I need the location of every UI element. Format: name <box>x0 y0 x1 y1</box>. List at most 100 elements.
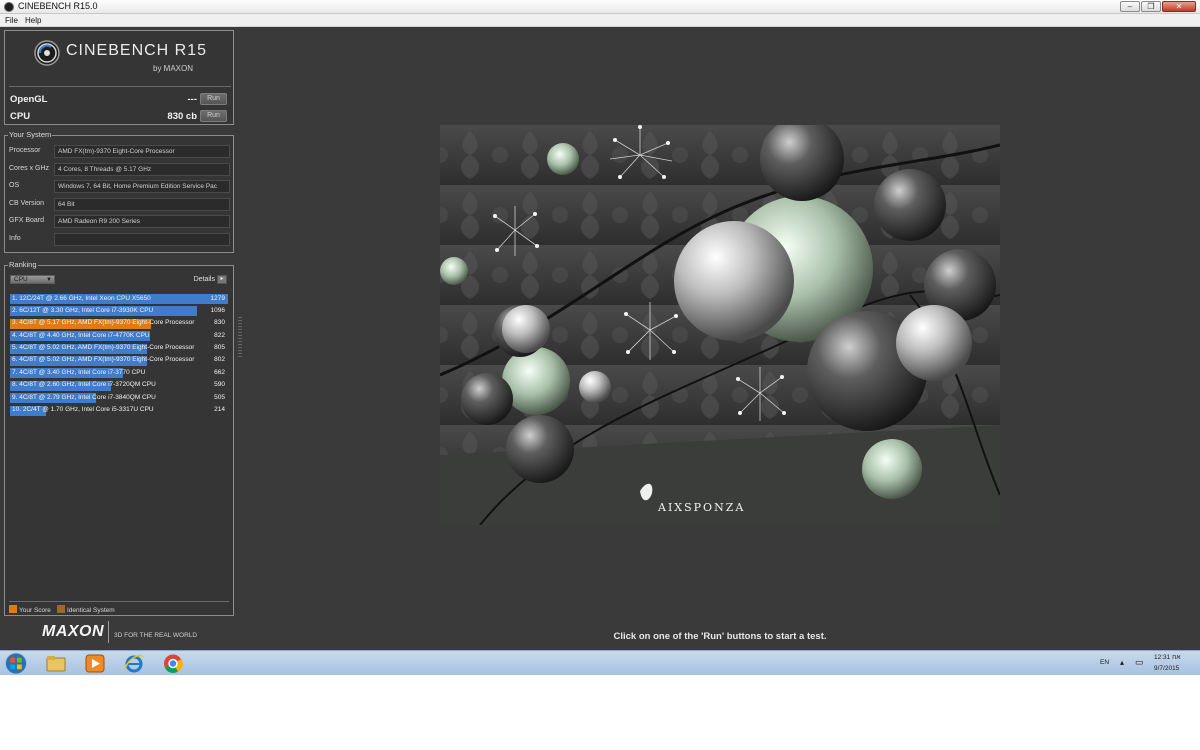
ranking-type-value: CPU <box>14 276 28 283</box>
legend-label: Identical System <box>67 607 115 614</box>
clock-date[interactable]: 9/7/2015 <box>1154 665 1179 672</box>
ranking-row[interactable]: 7. 4C/8T @ 3.40 GHz, Intel Core i7-3770 … <box>10 367 228 379</box>
windows-taskbar: EN ▴ ▭ 12:31 אח 9/7/2015 <box>0 650 1200 675</box>
system-row: Info <box>8 232 230 246</box>
ranking-row-score: 505 <box>214 393 225 401</box>
svg-text:AIXSPONZA: AIXSPONZA <box>657 501 745 514</box>
ranking-row[interactable]: 3. 4C/8T @ 5.17 GHz, AMD FX(tm)-9370 Eig… <box>10 318 228 330</box>
restore-button[interactable]: ❐ <box>1141 1 1161 12</box>
folder-icon[interactable] <box>45 653 67 674</box>
system-row-key: OS <box>9 182 20 189</box>
ranking-row-label: 4. 4C/8T @ 4.40 GHz, Intel Core i7-4770K… <box>12 331 150 339</box>
menu-file[interactable]: File <box>5 16 18 25</box>
ranking-row[interactable]: 10. 2C/4T @ 1.70 GHz, Intel Core i5-3317… <box>10 405 228 417</box>
your-system-title: Your System <box>8 130 53 139</box>
internet-explorer-icon[interactable] <box>123 653 145 674</box>
ranking-row-score: 830 <box>214 319 225 327</box>
system-row-key: CB Version <box>9 199 45 207</box>
divider <box>9 601 229 602</box>
ranking-row-label: 3. 4C/8T @ 5.17 GHz, AMD FX(tm)-9370 Eig… <box>12 319 195 327</box>
system-row-key: Cores x GHz <box>9 164 50 172</box>
clock-time[interactable]: 12:31 אח <box>1154 654 1180 661</box>
ranking-row-label: 7. 4C/8T @ 3.40 GHz, Intel Core i7-3770 … <box>12 368 146 376</box>
system-row: CB Version 64 Bit <box>8 197 230 211</box>
ranking-row-label: 5. 4C/8T @ 5.02 GHz, AMD FX(tm)-9370 Eig… <box>12 344 195 352</box>
ranking-row[interactable]: 4. 4C/8T @ 4.40 GHz, Intel Core i7-4770K… <box>10 330 228 342</box>
title-bar: CINEBENCH R15.0 – ❐ ✕ <box>0 0 1200 14</box>
details-label: Details <box>193 276 215 283</box>
ranking-row-label: 6. 4C/8T @ 5.02 GHz, AMD FX(tm)-9370 Eig… <box>12 356 195 364</box>
details-toggle-button[interactable]: ▸ <box>217 275 227 284</box>
window-controls: – ❐ ✕ <box>1120 1 1196 12</box>
divider <box>108 621 109 643</box>
ranking-row[interactable]: 6. 4C/8T @ 5.02 GHz, AMD FX(tm)-9370 Eig… <box>10 355 228 367</box>
menu-bar: File Help <box>0 14 1200 27</box>
ranking-row[interactable]: 5. 4C/8T @ 5.02 GHz, AMD FX(tm)-9370 Eig… <box>10 343 228 355</box>
system-row-value: 64 Bit <box>54 197 230 211</box>
system-row: GFX Board AMD Radeon R9 200 Series <box>8 215 230 228</box>
main-area: CINEBENCH R15 by MAXON OpenGL --- Run CP… <box>0 27 1200 650</box>
status-message: Click on one of the 'Run' buttons to sta… <box>613 631 827 642</box>
ranking-row[interactable]: 9. 4C/8T @ 2.79 GHz, Intel Core i7-3840Q… <box>10 392 228 404</box>
opengl-label: OpenGL <box>10 94 48 105</box>
opengl-run-button[interactable]: Run <box>200 93 227 105</box>
system-row-value: Windows 7, 64 Bit, Home Premium Edition … <box>54 180 230 193</box>
ranking-row-score: 214 <box>214 406 225 414</box>
ranking-row-label: 9. 4C/8T @ 2.79 GHz, Intel Core i7-3840Q… <box>12 393 156 401</box>
logo-panel: CINEBENCH R15 by MAXON OpenGL --- Run CP… <box>4 30 234 125</box>
system-row-value: AMD Radeon R9 200 Series <box>54 215 230 228</box>
close-button[interactable]: ✕ <box>1162 1 1196 12</box>
ranking-row-score: 1096 <box>210 306 225 314</box>
ranking-row-score: 822 <box>214 331 225 339</box>
ranking-row[interactable]: 2. 6C/12T @ 3.30 GHz, Intel Core i7-3930… <box>10 305 228 317</box>
media-player-icon[interactable] <box>84 653 106 674</box>
maxon-logo: MAXON <box>42 623 105 640</box>
language-indicator[interactable]: EN <box>1100 659 1109 666</box>
ranking-row-label: 8. 4C/8T @ 2.60 GHz, Intel Core i7-3720Q… <box>12 381 156 389</box>
system-row-value[interactable] <box>54 232 230 246</box>
opengl-score: --- <box>187 94 198 105</box>
logo-by: by MAXON <box>153 64 194 73</box>
ranking-list: 1. 12C/24T @ 2.66 GHz, Intel Xeon CPU X5… <box>10 293 228 417</box>
cpu-run-button[interactable]: Run <box>200 110 227 122</box>
ranking-row-score: 805 <box>214 344 225 352</box>
divider <box>9 86 231 87</box>
cpu-label: CPU <box>10 111 31 122</box>
ranking-row[interactable]: 1. 12C/24T @ 2.66 GHz, Intel Xeon CPU X5… <box>10 293 228 305</box>
start-button-icon[interactable] <box>4 652 28 675</box>
legend-your-score: Your Score <box>9 605 51 614</box>
ranking-row-score: 1279 <box>210 294 225 302</box>
ranking-title: Ranking <box>8 260 38 269</box>
ranking-row-label: 1. 12C/24T @ 2.66 GHz, Intel Xeon CPU X5… <box>12 294 151 302</box>
chevron-down-icon: ▼ <box>46 277 52 283</box>
ranking-row-score: 802 <box>214 356 225 364</box>
ranking-row-score: 590 <box>214 381 225 389</box>
system-row-key: Processor <box>9 147 41 154</box>
cinebench-logo-icon <box>34 40 60 66</box>
maxon-tagline: 3D FOR THE REAL WORLD <box>114 632 198 639</box>
network-icon[interactable]: ▭ <box>1135 657 1144 668</box>
desktop-blank-area <box>0 675 1200 750</box>
ranking-type-select[interactable]: CPU ▼ <box>10 275 55 284</box>
panel-resize-handle[interactable] <box>238 317 242 357</box>
system-row-key: Info <box>9 234 21 242</box>
menu-help[interactable]: Help <box>25 16 41 25</box>
cpu-score: 830 cb <box>167 111 197 122</box>
ranking-panel: Ranking CPU ▼ Details ▸ 1. 12C/24T @ 2.6… <box>4 260 234 616</box>
ranking-row-score: 662 <box>214 368 225 376</box>
chrome-icon[interactable] <box>162 653 184 674</box>
your-system-panel: Your System Processor AMD FX(tm)-9370 Eig… <box>4 130 234 253</box>
ranking-row-label: 10. 2C/4T @ 1.70 GHz, Intel Core i5-3317… <box>12 406 154 414</box>
system-row-value: AMD FX(tm)-9370 Eight-Core Processor <box>54 145 230 158</box>
ranking-row-label: 2. 6C/12T @ 3.30 GHz, Intel Core i7-3930… <box>12 306 154 314</box>
legend-label: Your Score <box>19 607 51 614</box>
logo-name: CINEBENCH R15 <box>66 42 208 59</box>
ranking-row[interactable]: 8. 4C/8T @ 2.60 GHz, Intel Core i7-3720Q… <box>10 380 228 392</box>
cinebench-app-icon <box>4 2 14 12</box>
window-title: CINEBENCH R15.0 <box>18 1 98 11</box>
render-scene-image: AIXSPONZA <box>439 117 1001 526</box>
minimize-button[interactable]: – <box>1120 1 1140 12</box>
show-hidden-icons-icon[interactable]: ▴ <box>1120 658 1124 667</box>
system-row: Cores x GHz 4 Cores, 8 Threads @ 5.17 GHz <box>8 162 230 176</box>
legend-identical-system: Identical System <box>57 605 115 614</box>
